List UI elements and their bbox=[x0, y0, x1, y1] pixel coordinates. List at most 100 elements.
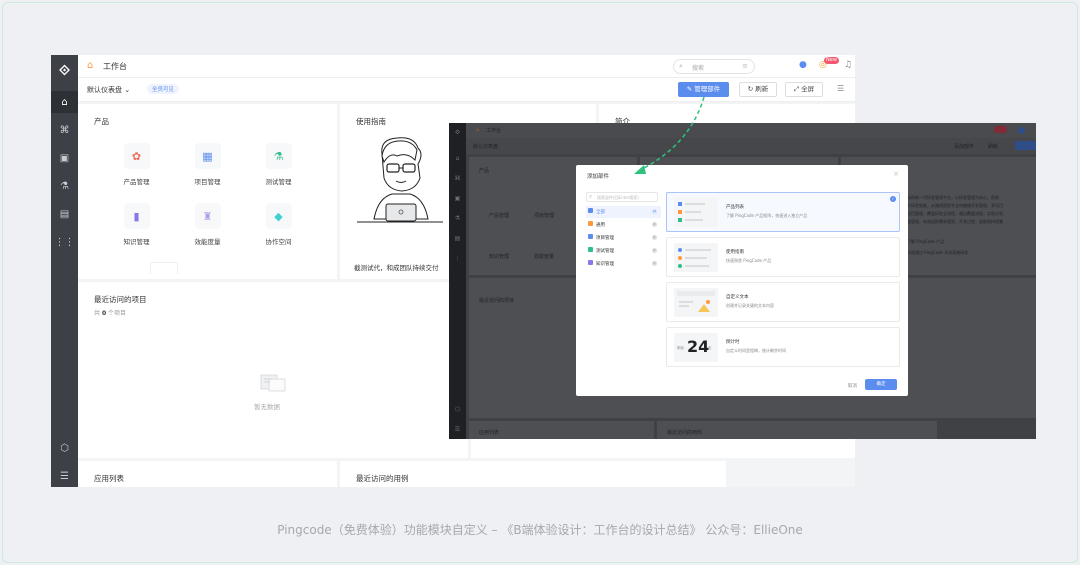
widget-guide[interactable]: 使用指南 快速熟悉 PingCode 产品 bbox=[666, 237, 900, 277]
widget-desc: 快速熟悉 PingCode 产品 bbox=[726, 258, 772, 263]
product-item-partial bbox=[150, 262, 178, 274]
add-widget-screenshot: ⟐ ⌂ ⌘ ▣ ⚗ ▤ ⋮ ⬡ ☰ ⌂ 工作台 默认仪表盘 添加部件 刷新 产品… bbox=[449, 123, 1036, 439]
bell-icon[interactable]: ♫ bbox=[844, 60, 852, 70]
category-count: 2 bbox=[652, 248, 657, 253]
calendar-icon[interactable]: ▣ bbox=[51, 147, 78, 169]
project-folder-icon bbox=[588, 234, 593, 239]
home-icon[interactable]: ⌂ bbox=[51, 91, 78, 113]
product-item-collab[interactable]: ◆ 协作空间 bbox=[251, 203, 306, 246]
widget-title: 自定义文本 bbox=[726, 295, 749, 300]
search-input[interactable]: ⌕ 搜索 ≡ bbox=[673, 59, 755, 74]
book-icon[interactable]: ▤ bbox=[51, 203, 78, 225]
project-icon: ▦ bbox=[194, 143, 221, 169]
widget-desc: 创建并记录关键的文本内容 bbox=[726, 303, 774, 308]
confirm-button[interactable]: 确定 bbox=[865, 379, 897, 390]
filter-icon[interactable]: ≡ bbox=[742, 62, 748, 70]
widget-product-list[interactable]: 产品列表 了解 PingCode 产品矩阵，快速进入独立产品 ✓ bbox=[666, 192, 900, 232]
caption-text: Pingcode（免费体验）功能模块自定义 – 《B端体验设计：工作台的设计总结… bbox=[277, 523, 803, 537]
widget-desc: 自定义时间里程碑，统计剩余时间 bbox=[726, 348, 786, 353]
expand-icon: ⤢ bbox=[793, 85, 800, 93]
close-icon[interactable]: × bbox=[893, 170, 899, 178]
count-prefix: 共 bbox=[94, 310, 101, 317]
apps-grid-icon[interactable]: ⌘ bbox=[51, 119, 78, 141]
category-general[interactable]: 通用 4 bbox=[586, 219, 661, 231]
product-item-label: 知识管理 bbox=[123, 238, 150, 246]
visibility-badge: 全员可见 bbox=[147, 84, 180, 94]
cancel-button[interactable]: 取消 bbox=[848, 383, 857, 389]
developer-illustration bbox=[357, 137, 443, 223]
category-label: 项目管理 bbox=[596, 236, 614, 241]
collapse-menu-icon[interactable]: ☰ bbox=[51, 465, 78, 487]
add-circle-icon[interactable]: ● bbox=[799, 60, 807, 70]
widget-category-list: 搜索部件(回Enter搜索) 全部 12 通用 4 项目管理 4 测试管理 2 bbox=[586, 192, 661, 372]
refresh-button[interactable]: ↻ 刷新 bbox=[739, 82, 777, 97]
category-project[interactable]: 项目管理 4 bbox=[586, 232, 661, 244]
grid-icon bbox=[588, 208, 593, 213]
count-value: 0 bbox=[101, 310, 107, 317]
category-label: 全部 bbox=[596, 210, 605, 215]
category-label: 通用 bbox=[596, 223, 605, 228]
product-icon: ✿ bbox=[123, 143, 150, 169]
widget-title: 产品列表 bbox=[726, 205, 744, 210]
recent-projects-title: 最近访问的项目 bbox=[94, 295, 147, 304]
folder-icon bbox=[588, 221, 593, 226]
category-test[interactable]: 测试管理 2 bbox=[586, 245, 661, 257]
custom-text-thumbnail bbox=[674, 288, 718, 317]
pingcode-logo-icon[interactable]: ⟐ bbox=[56, 63, 73, 80]
insight-icon: ♜ bbox=[194, 203, 221, 229]
count-suffix: 个项目 bbox=[108, 310, 127, 317]
category-wiki[interactable]: 知识管理 2 bbox=[586, 258, 661, 270]
category-label: 知识管理 bbox=[596, 262, 614, 267]
wiki-icon: ▮ bbox=[123, 203, 150, 229]
flask-icon[interactable]: ⚗ bbox=[51, 175, 78, 197]
product-item-wiki[interactable]: ▮ 知识管理 bbox=[109, 203, 164, 246]
cube-icon[interactable]: ⬡ bbox=[51, 437, 78, 459]
widget-custom-text[interactable]: 自定义文本 创建并记录关键的文本内容 bbox=[666, 282, 900, 322]
recent-projects-count: 共 0 个项目 bbox=[94, 308, 126, 317]
widget-countdown[interactable]: 剩余 24 天 倒计时 自定义时间里程碑，统计剩余时间 bbox=[666, 327, 900, 367]
topbar: ⌂ 工作台 ⌕ 搜索 ≡ ● ◎ New ♫ bbox=[78, 55, 855, 78]
category-count: 2 bbox=[652, 261, 657, 266]
search-placeholder: 搜索 bbox=[692, 65, 705, 72]
widget-search-input[interactable]: 搜索部件(回Enter搜索) bbox=[586, 192, 658, 202]
collab-icon: ◆ bbox=[265, 203, 292, 229]
refresh-label: 刷新 bbox=[755, 85, 769, 93]
add-widget-modal: 添加部件 × 搜索部件(回Enter搜索) 全部 12 通用 4 项目管理 4 … bbox=[576, 165, 908, 396]
product-card: 产品 ✿ 产品管理 ▦ 项目管理 ⚗ 测试管理 ▮ 知识管理 ♜ 效能度量 ◆ … bbox=[78, 104, 337, 279]
fullscreen-button[interactable]: ⤢ 全屏 bbox=[785, 82, 823, 97]
product-item-project[interactable]: ▦ 项目管理 bbox=[180, 143, 235, 186]
chevron-down-icon: ⌄ bbox=[124, 86, 131, 94]
guide-caption: 截测试代，和成团队持续交付 bbox=[354, 264, 439, 272]
countdown-prefix: 剩余 bbox=[677, 346, 684, 350]
countdown-number: 24 bbox=[687, 337, 710, 356]
category-all[interactable]: 全部 12 bbox=[586, 206, 661, 218]
dashboard-name: 默认仪表盘 bbox=[87, 86, 122, 94]
fullscreen-label: 全屏 bbox=[801, 85, 815, 93]
category-count: 4 bbox=[652, 222, 657, 227]
wiki-book-icon bbox=[588, 260, 593, 265]
check-icon: ✓ bbox=[890, 196, 896, 202]
more-apps-icon[interactable]: ⋮⋮ bbox=[51, 231, 78, 253]
app-list-card: 应用列表 bbox=[78, 461, 337, 487]
category-count: 12 bbox=[652, 209, 657, 214]
new-badge: New bbox=[824, 57, 839, 64]
guide-card-title: 使用指南 bbox=[356, 117, 386, 126]
dashboard-toolbar: 默认仪表盘 ⌄ 全员可见 ✎ 管理部件 ↻ 刷新 ⤢ 全屏 ☰ bbox=[78, 78, 855, 102]
product-item-insight[interactable]: ♜ 效能度量 bbox=[180, 203, 235, 246]
category-count: 4 bbox=[652, 235, 657, 240]
empty-state-text: 暂无数据 bbox=[254, 403, 280, 411]
product-item-product[interactable]: ✿ 产品管理 bbox=[109, 143, 164, 186]
dashboard-selector[interactable]: 默认仪表盘 ⌄ bbox=[87, 85, 130, 95]
product-item-test[interactable]: ⚗ 测试管理 bbox=[251, 143, 306, 186]
widget-list: 产品列表 了解 PingCode 产品矩阵，快速进入独立产品 ✓ 使用指南 快速… bbox=[666, 192, 902, 372]
product-list-thumbnail bbox=[674, 198, 718, 227]
guide-thumbnail bbox=[674, 243, 718, 272]
recent-projects-card: 最近访问的项目 共 0 个项目 暂无数据 bbox=[78, 282, 468, 458]
edit-icon: ✎ bbox=[686, 85, 693, 93]
refresh-icon: ↻ bbox=[747, 85, 754, 93]
sidebar: ⟐ ⌂ ⌘ ▣ ⚗ ▤ ⋮⋮ ⬡ ☰ bbox=[51, 55, 78, 487]
empty-box-icon bbox=[260, 374, 286, 392]
list-menu-icon[interactable]: ☰ bbox=[837, 84, 844, 93]
widget-desc: 了解 PingCode 产品矩阵，快速进入独立产品 bbox=[726, 213, 808, 218]
app-list-title: 应用列表 bbox=[94, 474, 124, 483]
